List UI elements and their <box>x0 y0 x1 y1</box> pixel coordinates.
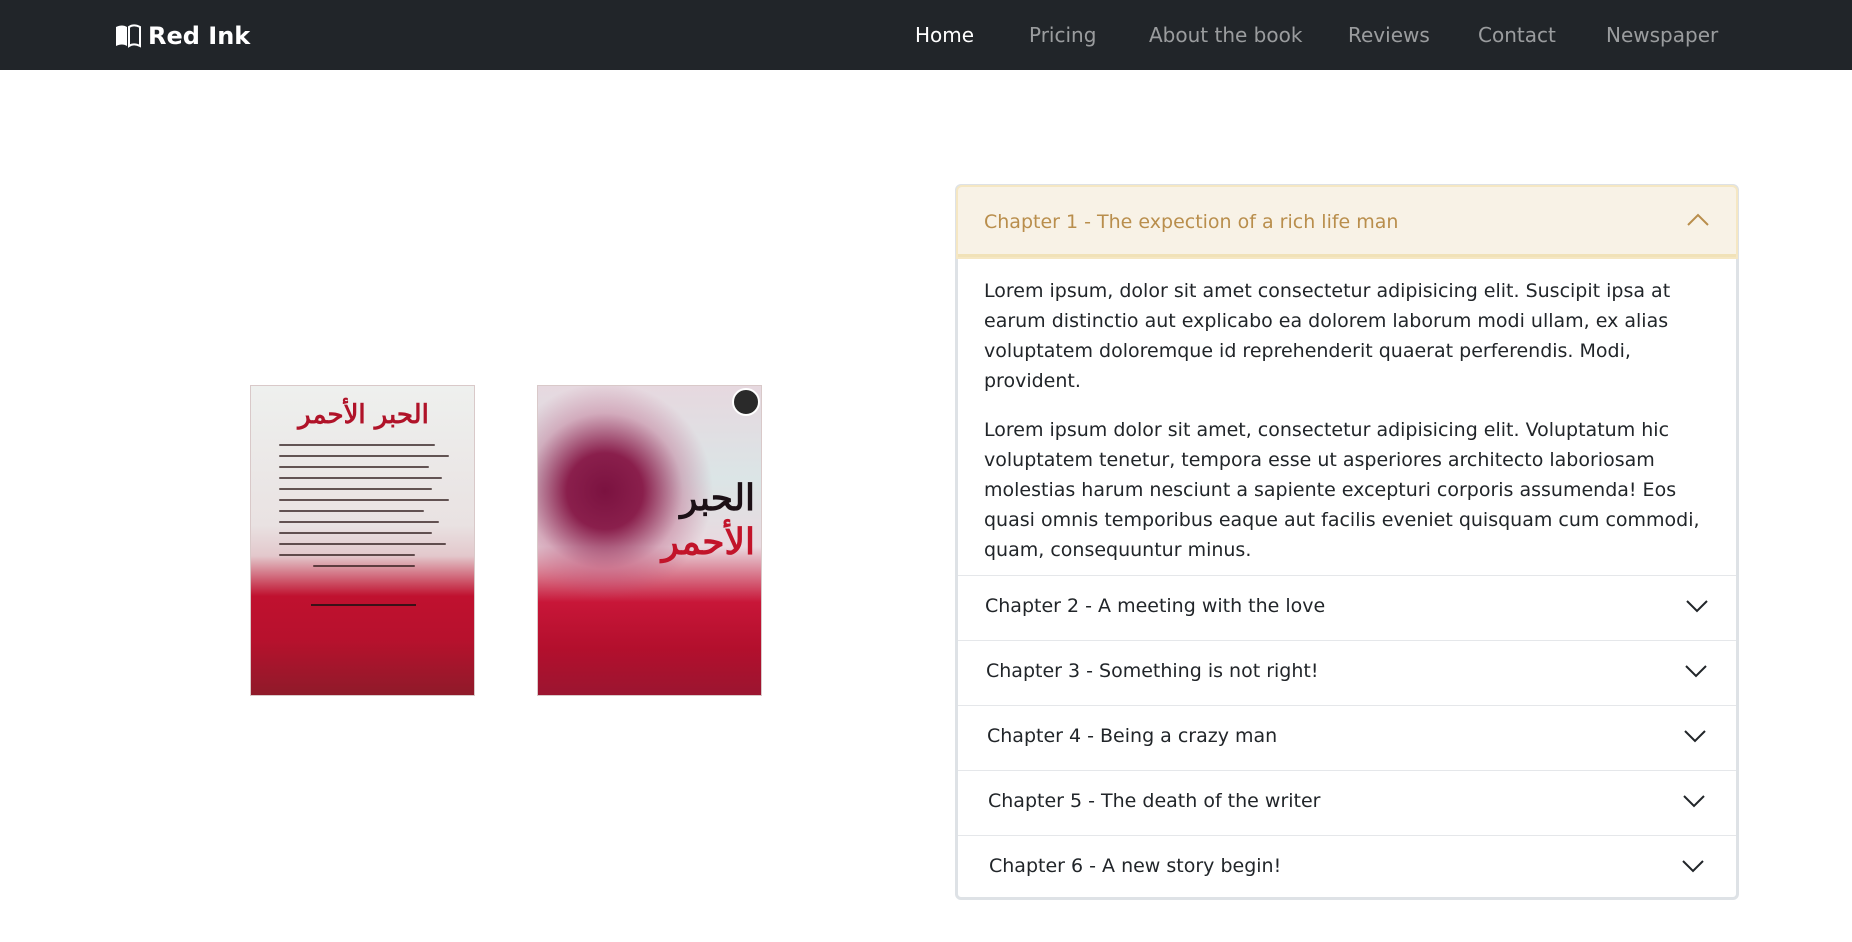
accordion-header-chapter-4[interactable]: Chapter 4 - Being a crazy man <box>958 705 1736 770</box>
nav-link-reviews[interactable]: Reviews <box>1348 23 1430 47</box>
accordion-header-chapter-2[interactable]: Chapter 2 - A meeting with the love <box>958 575 1736 640</box>
publisher-seal-icon <box>732 388 760 416</box>
accordion-body-chapter-1: Lorem ipsum, dolor sit amet consectetur … <box>984 276 1714 584</box>
brand-name: Red Ink <box>148 22 251 50</box>
chapter-paragraph: Lorem ipsum, dolor sit amet consectetur … <box>984 280 1671 392</box>
chevron-down-icon <box>1686 600 1708 613</box>
accordion-header-label: Chapter 4 - Being a crazy man <box>987 725 1278 747</box>
accordion-header-chapter-1[interactable]: Chapter 1 - The expection of a rich life… <box>958 187 1736 257</box>
open-book-icon <box>116 24 141 48</box>
accordion-header-chapter-5[interactable]: Chapter 5 - The death of the writer <box>958 770 1736 835</box>
chevron-down-icon <box>1682 860 1704 873</box>
chevron-down-icon <box>1683 795 1705 808</box>
front-cover-title-line1: الحبر <box>680 477 755 519</box>
nav-link-contact[interactable]: Contact <box>1478 23 1556 47</box>
book-back-cover-image: الحبر الأحمر <box>250 385 475 696</box>
brand-link[interactable]: Red Ink <box>114 20 250 52</box>
accordion-header-label: Chapter 6 - A new story begin! <box>989 855 1282 877</box>
book-front-cover-image: الحبر الأحمر <box>537 385 762 696</box>
accordion-header-label: Chapter 3 - Something is not right! <box>986 660 1319 682</box>
back-cover-ornament <box>311 604 416 606</box>
accordion-header-label: Chapter 1 - The expection of a rich life… <box>984 211 1399 233</box>
back-cover-text-lines <box>279 444 449 606</box>
chevron-up-icon <box>1687 213 1709 226</box>
nav-link-home[interactable]: Home <box>915 23 974 47</box>
nav-link-pricing[interactable]: Pricing <box>1029 23 1096 47</box>
accordion-header-label: Chapter 2 - A meeting with the love <box>985 595 1326 617</box>
nav-link-newspaper[interactable]: Newspaper <box>1606 23 1718 47</box>
navbar: Red Ink Home Pricing About the book Revi… <box>0 0 1852 70</box>
nav-link-about[interactable]: About the book <box>1149 23 1302 47</box>
accordion-header-label: Chapter 5 - The death of the writer <box>988 790 1321 812</box>
chevron-down-icon <box>1685 665 1707 678</box>
front-cover-title-line2: الأحمر <box>661 521 755 563</box>
back-cover-title: الحبر الأحمر <box>298 400 429 430</box>
chapters-accordion: Chapter 1 - The expection of a rich life… <box>955 184 1739 900</box>
accordion-header-chapter-3[interactable]: Chapter 3 - Something is not right! <box>958 640 1736 705</box>
accordion-header-chapter-6[interactable]: Chapter 6 - A new story begin! <box>958 835 1736 900</box>
chapter-paragraph: Lorem ipsum dolor sit amet, consectetur … <box>984 419 1700 561</box>
chevron-down-icon <box>1684 730 1706 743</box>
front-cover-title: الحبر الأحمر <box>625 476 755 564</box>
